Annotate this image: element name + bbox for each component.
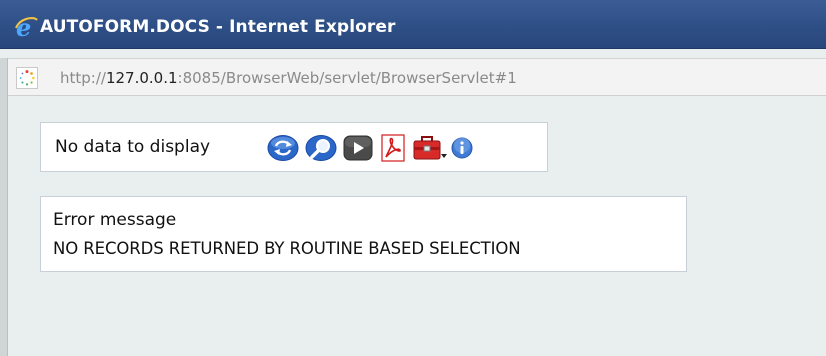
pdf-icon[interactable]	[380, 134, 406, 162]
play-icon[interactable]	[343, 134, 373, 162]
window-title: AUTOFORM.DOCS - Internet Explorer	[40, 17, 396, 37]
error-panel: Error message NO RECORDS RETURNED BY ROU…	[40, 196, 687, 272]
toolbox-dropdown-icon[interactable]	[412, 134, 448, 162]
internet-explorer-icon: e	[15, 14, 38, 40]
browser-window: e AUTOFORM.DOCS - Internet Explorer http…	[0, 0, 826, 356]
url-host: 127.0.0.1	[105, 69, 178, 87]
error-title: Error message	[53, 210, 177, 230]
page-loading-icon	[16, 67, 38, 89]
window-left-edge	[0, 58, 8, 356]
search-icon[interactable]	[305, 134, 337, 162]
title-bar: e AUTOFORM.DOCS - Internet Explorer	[0, 0, 826, 49]
refresh-icon[interactable]	[267, 134, 299, 162]
result-toolbar: No data to display	[40, 122, 548, 172]
url-scheme: http://	[60, 69, 106, 87]
info-icon[interactable]	[451, 137, 473, 159]
address-bar[interactable]: http://127.0.0.1:8085/BrowserWeb/servlet…	[0, 58, 826, 96]
url-text[interactable]: http://127.0.0.1:8085/BrowserWeb/servlet…	[60, 69, 517, 87]
error-message: NO RECORDS RETURNED BY ROUTINE BASED SEL…	[53, 239, 521, 258]
url-path: :8085/BrowserWeb/servlet/BrowserServlet#…	[177, 69, 517, 87]
no-data-label: No data to display	[55, 137, 211, 157]
